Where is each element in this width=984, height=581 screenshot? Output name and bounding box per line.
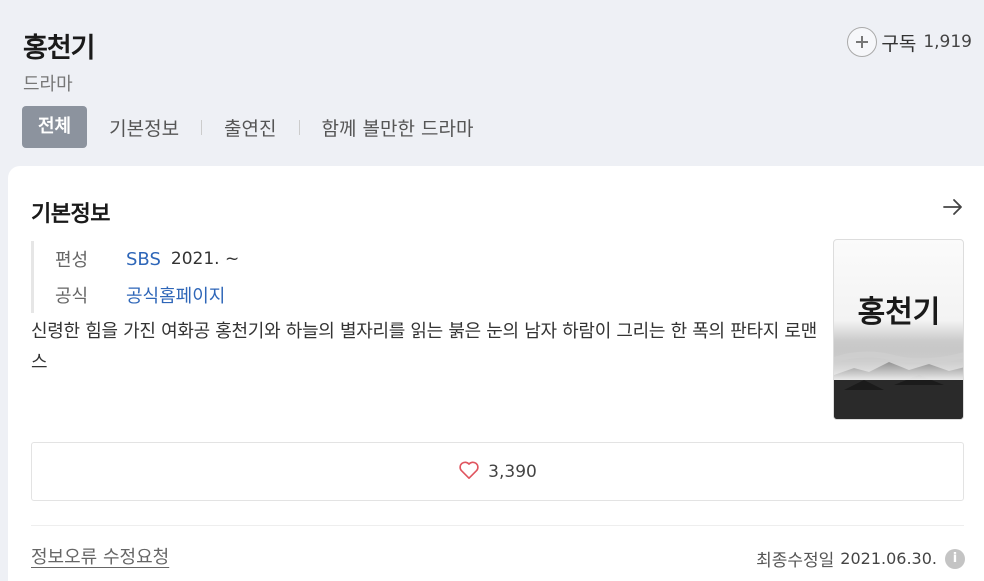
- broadcast-date: 2021. ~: [170, 249, 240, 269]
- like-count: 3,390: [488, 461, 537, 482]
- info-icon[interactable]: i: [945, 548, 965, 569]
- tab-basic-info[interactable]: 기본정보: [109, 114, 179, 141]
- info-list: 편성 SBS 2021. ~ 공식 공식홈페이지: [31, 241, 239, 313]
- tab-bar: 전체 기본정보 출연진 함께 볼만한 드라마: [22, 106, 473, 148]
- updated-date: 2021.06.30.: [840, 549, 937, 568]
- official-homepage-link[interactable]: 공식홈페이지: [126, 282, 225, 308]
- updated-label: 최종수정일: [756, 551, 835, 571]
- subscribe-label: 구독: [881, 32, 917, 55]
- basic-info-card: 기본정보 편성 SBS 2021. ~ 공식 공식홈페이지 신령한 힘을 가진 …: [8, 166, 984, 581]
- heart-icon: [458, 460, 480, 484]
- subscribe-button[interactable]: 구독 1,919: [847, 27, 972, 57]
- tab-all[interactable]: 전체: [22, 106, 88, 148]
- poster-image[interactable]: 홍천기: [833, 239, 964, 420]
- tab-recommended[interactable]: 함께 볼만한 드라마: [322, 114, 474, 141]
- last-updated: 최종수정일 2021.06.30. i: [756, 546, 965, 571]
- like-button[interactable]: 3,390: [31, 442, 964, 501]
- tab-cast[interactable]: 출연진: [224, 114, 276, 141]
- info-row-official: 공식 공식홈페이지: [55, 277, 239, 313]
- tab-divider: [201, 119, 203, 135]
- header: 홍천기 드라마 구독 1,919 전체 기본정보 출연진 함께 볼만한 드라마: [0, 0, 984, 166]
- page-subtitle: 드라마: [23, 74, 73, 95]
- card-title: 기본정보: [31, 202, 110, 227]
- poster-title: 홍천기: [858, 295, 941, 330]
- info-row-broadcast: 편성 SBS 2021. ~: [55, 241, 239, 277]
- plus-icon: [847, 27, 878, 57]
- divider: [31, 525, 964, 526]
- tab-divider: [298, 119, 300, 135]
- broadcast-channel-link[interactable]: SBS: [126, 249, 161, 270]
- official-label: 공식: [55, 286, 89, 307]
- description: 신령한 힘을 가진 여화공 홍천기와 하늘의 별자리를 읽는 붉은 눈의 남자 …: [31, 321, 817, 373]
- report-error-link[interactable]: 정보오류 수정요청: [31, 543, 169, 569]
- broadcast-label: 편성: [55, 250, 89, 271]
- subscribe-count: 1,919: [923, 32, 972, 52]
- arrow-right-icon[interactable]: [942, 197, 964, 221]
- page-title: 홍천기: [23, 33, 96, 64]
